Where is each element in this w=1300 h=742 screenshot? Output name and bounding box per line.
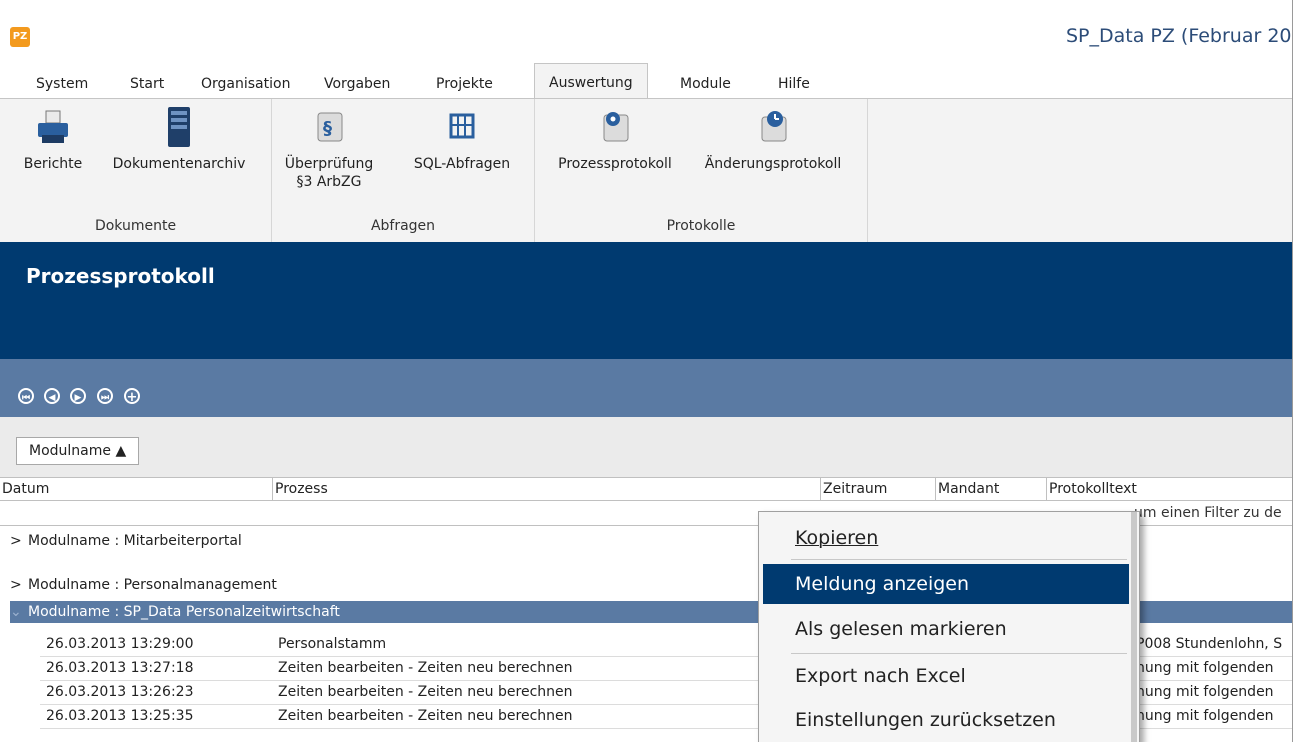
- menu-item-label: Meldung anzeigen: [795, 573, 970, 595]
- cell-datum: 26.03.2013 13:29:00: [46, 636, 194, 652]
- title-bar: PZ SP_Data PZ (Februar 20: [0, 0, 1292, 68]
- group-label: Modulname : Personalmanagement: [28, 577, 277, 593]
- cell-protokolltext: hung mit folgenden: [1136, 660, 1274, 676]
- cell-prozess: Zeiten bearbeiten - Zeiten neu berechnen: [278, 660, 573, 676]
- prozessprotokoll-label: Prozessprotokoll: [558, 156, 672, 172]
- tab-vorgaben[interactable]: Vorgaben: [320, 72, 394, 96]
- prozessprotokoll-button[interactable]: Prozessprotokoll: [549, 105, 681, 173]
- tab-system[interactable]: System: [32, 72, 92, 96]
- tab-organisation[interactable]: Organisation: [197, 72, 294, 96]
- berichte-label: Berichte: [23, 156, 83, 172]
- menu-item-label: Export nach Excel: [795, 665, 966, 687]
- group-label: Modulname : Mitarbeiterportal: [28, 533, 242, 549]
- ribbon-tabs: System Start Organisation Vorgaben Proje…: [0, 63, 1292, 98]
- cell-datum: 26.03.2013 13:27:18: [46, 660, 194, 676]
- column-header-zeitraum[interactable]: Zeitraum: [821, 478, 936, 501]
- group-row-mitarbeiterportal[interactable]: > Modulname : Mitarbeiterportal: [10, 530, 242, 552]
- expand-icon[interactable]: >: [10, 574, 28, 596]
- dokumentenarchiv-label: Dokumentenarchiv: [112, 156, 246, 172]
- sql-abfragen-button[interactable]: SQL-Abfragen: [402, 105, 522, 173]
- tab-module[interactable]: Module: [676, 72, 735, 96]
- context-menu-scrollbar[interactable]: [1131, 512, 1137, 742]
- cell-prozess: Zeiten bearbeiten - Zeiten neu berechnen: [278, 684, 573, 700]
- cell-prozess: Zeiten bearbeiten - Zeiten neu berechnen: [278, 708, 573, 724]
- sql-abfragen-label: SQL-Abfragen: [413, 156, 511, 172]
- menu-separator: [791, 559, 1127, 560]
- paragraph-scroll-icon: §: [310, 105, 348, 149]
- printer-icon: [34, 105, 72, 149]
- ueberpruefung-label: Überprüfung §3 ArbZG: [284, 156, 374, 190]
- group-chip-modulname[interactable]: Modulname ▲: [16, 437, 140, 465]
- ribbon-group-label-protokolle: Protokolle: [666, 218, 736, 234]
- tab-start[interactable]: Start: [126, 72, 168, 96]
- menu-item-einstellungen-zuruecksetzen[interactable]: Einstellungen zurücksetzen: [763, 700, 1129, 740]
- cell-datum: 26.03.2013 13:26:23: [46, 684, 194, 700]
- tab-projekte[interactable]: Projekte: [432, 72, 497, 96]
- last-icon[interactable]: ⏭: [97, 388, 113, 404]
- column-header-datum[interactable]: Datum: [0, 478, 273, 501]
- column-header-prozess[interactable]: Prozess: [273, 478, 821, 501]
- ribbon-group-protokolle: Prozessprotokoll Änderungsprotokoll Prot…: [535, 99, 868, 242]
- column-header-mandant[interactable]: Mandant: [936, 478, 1047, 501]
- first-icon[interactable]: ⏮: [18, 388, 34, 404]
- ribbon-group-label-dokumente: Dokumente: [94, 218, 177, 234]
- group-by-panel: Modulname ▲: [0, 417, 1292, 478]
- ribbon-group-label-abfragen: Abfragen: [370, 218, 436, 234]
- svg-text:§: §: [323, 118, 332, 139]
- add-icon[interactable]: +: [124, 388, 140, 405]
- menu-item-label: Einstellungen zurücksetzen: [795, 709, 1056, 731]
- app-logo-icon[interactable]: PZ: [10, 27, 30, 47]
- ribbon-group-abfragen: § Überprüfung §3 ArbZG SQL-Abfragen Abfr…: [272, 99, 535, 242]
- sql-grid-icon: [443, 105, 481, 149]
- group-label: Modulname : SP_Data Personalzeitwirtscha…: [28, 604, 340, 620]
- tab-auswertung[interactable]: Auswertung: [534, 63, 648, 98]
- ribbon: Berichte Dokumentenarchiv Dokumente § Üb…: [0, 98, 1292, 243]
- cell-prozess: Personalstamm: [278, 636, 387, 652]
- page-title: Prozessprotokoll: [26, 264, 215, 288]
- cell-protokolltext: hung mit folgenden: [1136, 684, 1274, 700]
- gear-scroll-icon: [596, 105, 634, 149]
- menu-item-als-gelesen-markieren[interactable]: Als gelesen markieren: [763, 609, 1129, 649]
- ueberpruefung-arbzg-button[interactable]: § Überprüfung §3 ArbZG: [284, 105, 374, 191]
- cell-datum: 26.03.2013 13:25:35: [46, 708, 194, 724]
- context-menu: Kopieren Meldung anzeigen Als gelesen ma…: [758, 511, 1140, 742]
- tab-hilfe[interactable]: Hilfe: [774, 72, 814, 96]
- page-header: Prozessprotokoll: [0, 242, 1292, 359]
- previous-icon[interactable]: ◀: [44, 388, 60, 404]
- cell-protokolltext: hung mit folgenden: [1136, 708, 1274, 724]
- menu-separator: [791, 653, 1127, 654]
- berichte-button[interactable]: Berichte: [18, 105, 88, 173]
- archive-server-icon: [160, 105, 198, 149]
- menu-item-export-nach-excel[interactable]: Export nach Excel: [763, 656, 1129, 696]
- menu-item-kopieren[interactable]: Kopieren: [763, 518, 1129, 558]
- application-window: PZ SP_Data PZ (Februar 20 System Start O…: [0, 0, 1293, 742]
- filter-hint: um einen Filter zu de: [1134, 505, 1282, 521]
- expand-icon[interactable]: >: [10, 530, 28, 552]
- clock-scroll-icon: [754, 105, 792, 149]
- next-icon[interactable]: ▶: [70, 388, 86, 404]
- collapse-icon[interactable]: ⌄: [10, 601, 28, 623]
- column-header-protokolltext[interactable]: Protokolltext: [1047, 478, 1292, 501]
- cell-protokolltext: P008 Stundenlohn, S: [1136, 636, 1283, 652]
- menu-item-meldung-anzeigen[interactable]: Meldung anzeigen: [763, 564, 1129, 604]
- aenderungsprotokoll-button[interactable]: Änderungsprotokoll: [693, 105, 853, 173]
- dokumentenarchiv-button[interactable]: Dokumentenarchiv: [104, 105, 254, 173]
- ribbon-group-dokumente: Berichte Dokumentenarchiv Dokumente: [0, 99, 272, 242]
- record-navigator: ⏮ ◀ ▶ ⏭ +: [0, 359, 1292, 417]
- menu-item-label: Als gelesen markieren: [795, 618, 1007, 640]
- aenderungsprotokoll-label: Änderungsprotokoll: [704, 156, 842, 172]
- menu-item-label: Kopieren: [795, 527, 879, 549]
- group-row-personalmanagement[interactable]: > Modulname : Personalmanagement: [10, 574, 277, 596]
- window-title: SP_Data PZ (Februar 20: [1066, 25, 1292, 47]
